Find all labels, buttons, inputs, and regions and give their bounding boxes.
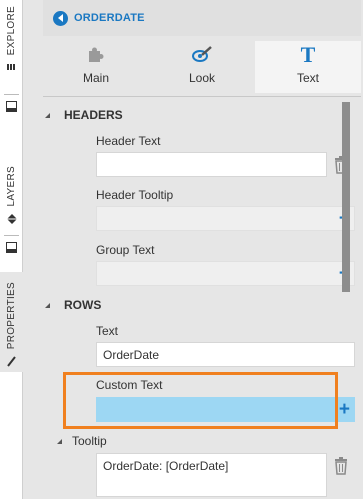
tab-main[interactable]: Main (43, 41, 149, 93)
collapse-arrow-icon[interactable] (45, 112, 50, 118)
collapse-arrow-icon-3[interactable] (57, 438, 62, 444)
section-headers[interactable]: HEADERS (43, 108, 123, 122)
section-tooltip[interactable]: Tooltip (43, 434, 107, 448)
scrollbar-thumb[interactable] (342, 102, 350, 292)
rail-divider (4, 94, 19, 95)
rail-tab-properties-label: PROPERTIES (6, 282, 17, 350)
breadcrumb[interactable]: ORDERDATE (43, 0, 361, 36)
side-rail: EXPLORE LAYERS PROPERTIES (0, 0, 23, 499)
rail-tab-layers-label: LAYERS (6, 166, 17, 207)
back-arrow-icon[interactable] (53, 10, 68, 26)
section-rows-title: ROWS (64, 298, 102, 312)
callout-highlight-box (63, 372, 338, 429)
collapse-arrow-icon-2[interactable] (45, 302, 50, 308)
text-t-icon: T (301, 43, 316, 67)
tooltip-value: OrderDate: [OrderDate] (103, 459, 229, 473)
puzzle-icon (86, 43, 106, 67)
text-label: Text (96, 324, 119, 338)
tab-look[interactable]: Look (149, 41, 255, 93)
scrollbar[interactable] (342, 102, 350, 499)
rail-tab-layers[interactable]: LAYERS (0, 166, 23, 230)
group-text-field[interactable]: + (96, 261, 355, 286)
tab-text-label: Text (296, 71, 319, 85)
tab-text[interactable]: T Text (255, 41, 361, 93)
text-value: OrderDate (103, 348, 160, 362)
property-list: HEADERS Header Text Header Tooltip + Gro… (43, 98, 355, 499)
section-headers-title: HEADERS (64, 108, 123, 122)
rail-collapse-layers[interactable] (0, 100, 23, 118)
tooltip-field[interactable]: OrderDate: [OrderDate] (96, 453, 327, 497)
explore-icon (6, 61, 18, 73)
layers-icon (6, 213, 18, 225)
rail-tab-properties[interactable]: PROPERTIES (0, 272, 23, 372)
header-text-label: Header Text (96, 134, 161, 148)
rail-tab-explore-label: EXPLORE (6, 6, 17, 56)
tab-look-label: Look (188, 71, 216, 85)
property-tabs: Main Look T Text (43, 41, 361, 93)
text-t-glyph: T (300, 42, 316, 67)
brush-icon (191, 43, 213, 67)
tabs-divider (43, 96, 361, 97)
tooltip-label: Tooltip (72, 434, 107, 448)
group-text-label: Group Text (96, 243, 155, 257)
header-tooltip-field[interactable]: + (96, 206, 355, 231)
panel-icon-2 (6, 241, 18, 253)
wrench-icon (6, 355, 18, 367)
header-tooltip-label: Header Tooltip (96, 188, 174, 202)
rail-collapse-properties[interactable] (0, 241, 23, 259)
breadcrumb-title: ORDERDATE (74, 12, 145, 24)
panel-icon (6, 100, 18, 112)
text-field[interactable]: OrderDate (96, 342, 355, 367)
section-rows[interactable]: ROWS (43, 298, 101, 312)
rail-tab-explore[interactable]: EXPLORE (0, 6, 23, 86)
rail-divider-2 (4, 235, 19, 236)
header-text-field[interactable] (96, 152, 327, 177)
tab-main-label: Main (82, 71, 109, 85)
